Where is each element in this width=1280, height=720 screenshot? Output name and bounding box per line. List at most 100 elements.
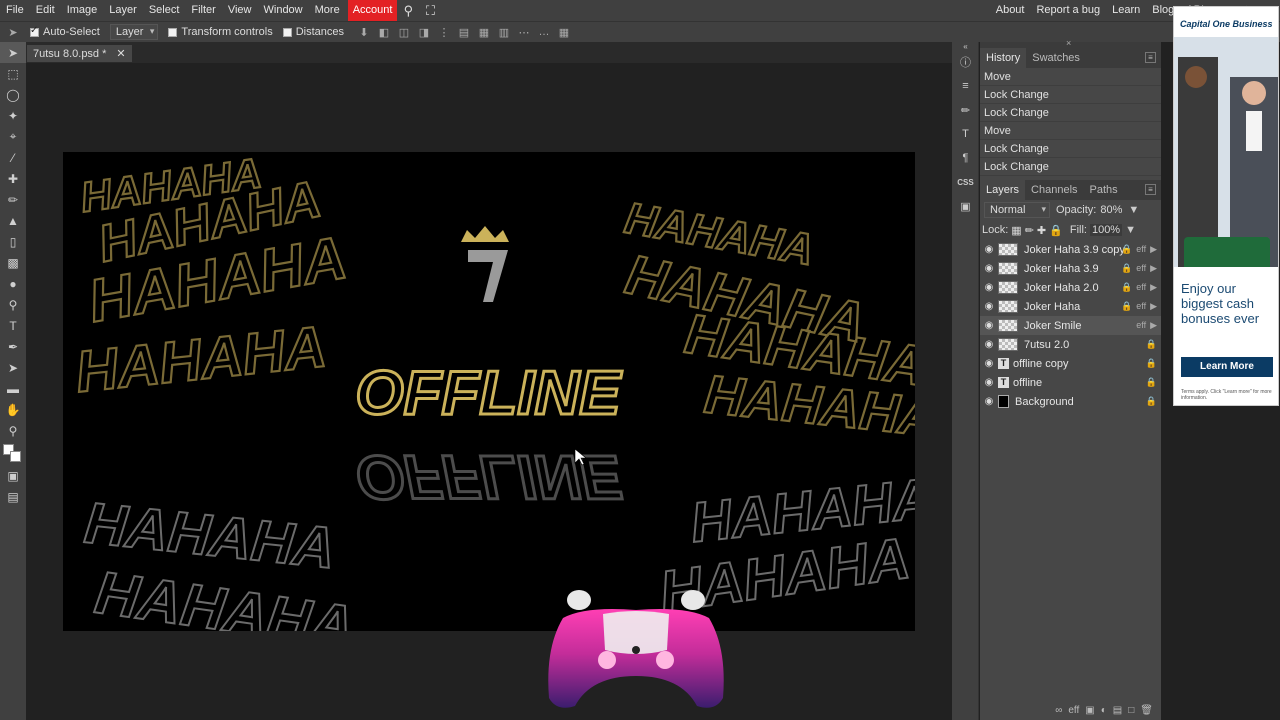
background-color-swatch[interactable] — [10, 451, 21, 462]
align-bottom-icon[interactable]: ▥ — [494, 22, 514, 42]
transform-controls-checkbox[interactable]: Transform controls — [168, 26, 273, 38]
menu-more[interactable]: More — [309, 0, 346, 21]
adjustment-layer-icon[interactable]: ◐ — [1101, 705, 1107, 716]
link-about[interactable]: About — [990, 0, 1031, 21]
eye-icon[interactable]: ◉ — [980, 339, 998, 350]
advertisement[interactable]: Capital One Business SPARK BUSINESS Enjo… — [1173, 6, 1279, 406]
align-right-icon[interactable]: ◨ — [414, 22, 434, 42]
distances-checkbox[interactable]: Distances — [282, 26, 344, 38]
align-middle-icon[interactable]: ▦ — [474, 22, 494, 42]
layer-row[interactable]: ◉ T offline 🔒 — [980, 373, 1161, 392]
menu-edit[interactable]: Edit — [30, 0, 61, 21]
lasso-tool-icon[interactable]: ◯ — [0, 84, 26, 105]
eye-icon[interactable]: ◉ — [980, 396, 998, 407]
eye-icon[interactable]: ◉ — [980, 358, 998, 369]
close-icon[interactable]: ✕ — [116, 47, 125, 60]
layer-row[interactable]: ◉ 7utsu 2.0 🔒 — [980, 335, 1161, 354]
new-layer-icon[interactable]: □ — [1128, 705, 1134, 716]
lock-pixels-icon[interactable]: ✏ — [1025, 224, 1034, 237]
marquee-tool-icon[interactable]: ⬚ — [0, 63, 26, 84]
opacity-dropdown-icon[interactable]: ▼ — [1128, 204, 1139, 216]
gradient-tool-icon[interactable]: ▩ — [0, 252, 26, 273]
fill-dropdown-icon[interactable]: ▼ — [1125, 224, 1136, 236]
eyedropper-tool-icon[interactable]: ⁄ — [0, 147, 26, 168]
layer-row[interactable]: ◉ Joker Haha 🔒 eff ▶ — [980, 297, 1161, 316]
image-icon[interactable]: ▣ — [952, 194, 979, 218]
menu-file[interactable]: File — [0, 0, 30, 21]
css-icon[interactable]: CSS — [952, 170, 979, 194]
blur-tool-icon[interactable]: ● — [0, 273, 26, 294]
link-learn[interactable]: Learn — [1106, 0, 1146, 21]
layer-row[interactable]: ◉ Joker Haha 3.9 🔒 eff ▶ — [980, 259, 1161, 278]
opacity-value[interactable]: 80% — [1100, 204, 1122, 216]
layer-row-selected[interactable]: ◉ Joker Smile eff ▶ — [980, 316, 1161, 335]
menu-account[interactable]: Account — [347, 0, 398, 21]
document-tab[interactable]: 7utsu 8.0.psd * ✕ — [27, 45, 132, 62]
effects-icon[interactable]: eff — [1136, 259, 1146, 278]
tab-layers[interactable]: Layers — [980, 180, 1026, 200]
screen-mode-icon[interactable]: ▤ — [0, 486, 26, 507]
magic-wand-tool-icon[interactable]: ✦ — [0, 105, 26, 126]
menu-view[interactable]: View — [222, 0, 258, 21]
panel-menu-icon[interactable]: ≡ — [1145, 52, 1156, 63]
zoom-tool-icon[interactable]: ⚲ — [0, 420, 26, 441]
history-item[interactable]: Lock Change — [980, 158, 1161, 176]
brush-settings-icon[interactable]: ✏ — [952, 98, 979, 122]
effects-icon[interactable]: eff — [1136, 240, 1146, 259]
expand-icon[interactable]: ▶ — [1150, 259, 1157, 278]
align-center-icon[interactable]: ◫ — [394, 22, 414, 42]
more-icon[interactable]: … — [534, 22, 554, 42]
layer-mask-icon[interactable]: ▣ — [1085, 705, 1094, 716]
shape-tool-icon[interactable]: ▬ — [0, 378, 26, 399]
tab-history[interactable]: History — [980, 48, 1027, 68]
info-icon[interactable]: ⓘ — [952, 50, 979, 74]
menu-image[interactable]: Image — [61, 0, 104, 21]
auto-select-target-select[interactable]: Layer — [109, 24, 159, 40]
move-tool-icon[interactable]: ➤ — [0, 42, 26, 63]
menu-select[interactable]: Select — [143, 0, 186, 21]
paragraph-icon[interactable]: ¶ — [952, 146, 979, 170]
close-panel-icon[interactable]: × — [1066, 38, 1071, 48]
eye-icon[interactable]: ◉ — [980, 282, 998, 293]
color-swatches[interactable] — [0, 441, 26, 465]
distribute-h-icon[interactable]: ⋮ — [434, 22, 454, 42]
effects-icon[interactable]: eff — [1136, 297, 1146, 316]
layer-row[interactable]: ◉ Background 🔒 — [980, 392, 1161, 411]
path-select-tool-icon[interactable]: ➤ — [0, 357, 26, 378]
lock-transparency-icon[interactable]: ▦ — [1011, 224, 1021, 237]
expand-icon[interactable]: ▶ — [1150, 297, 1157, 316]
blend-mode-select[interactable]: Normal — [984, 202, 1050, 218]
fill-value[interactable]: 100% — [1089, 224, 1123, 236]
fullscreen-icon[interactable]: ⛶ — [419, 0, 441, 21]
menu-layer[interactable]: Layer — [103, 0, 143, 21]
effects-icon[interactable]: eff — [1136, 278, 1146, 297]
align-left-icon[interactable]: ◧ — [374, 22, 394, 42]
new-group-icon[interactable]: ▤ — [1113, 705, 1122, 716]
layer-row[interactable]: ◉ T offline copy 🔒 — [980, 354, 1161, 373]
history-item[interactable]: Move — [980, 68, 1161, 86]
menu-window[interactable]: Window — [258, 0, 309, 21]
grid-icon[interactable]: ▦ — [554, 22, 574, 42]
healing-tool-icon[interactable]: ✚ — [0, 168, 26, 189]
search-icon[interactable]: ⚲ — [397, 0, 419, 21]
link-layers-icon[interactable]: ∞ — [1055, 705, 1062, 716]
auto-select-checkbox[interactable]: Auto-Select — [30, 25, 100, 38]
eye-icon[interactable]: ◉ — [980, 244, 998, 255]
lock-position-icon[interactable]: ✚ — [1037, 224, 1046, 237]
clone-stamp-tool-icon[interactable]: ▲ — [0, 210, 26, 231]
delete-layer-icon[interactable]: 🗑 — [1140, 705, 1153, 716]
history-item[interactable]: Lock Change — [980, 104, 1161, 122]
type-tool-icon[interactable]: T — [0, 315, 26, 336]
properties-icon[interactable]: ≡ — [952, 74, 979, 98]
layer-row[interactable]: ◉ Joker Haha 2.0 🔒 eff ▶ — [980, 278, 1161, 297]
eye-icon[interactable]: ◉ — [980, 320, 998, 331]
ad-cta-button[interactable]: Learn More — [1181, 357, 1273, 377]
collapse-panels-icon[interactable]: « — [952, 42, 979, 51]
align-top-icon[interactable]: ▤ — [454, 22, 474, 42]
lock-all-icon[interactable]: 🔒 — [1049, 224, 1063, 237]
history-item[interactable]: Move — [980, 122, 1161, 140]
link-report-bug[interactable]: Report a bug — [1030, 0, 1106, 21]
eye-icon[interactable]: ◉ — [980, 263, 998, 274]
tab-swatches[interactable]: Swatches — [1026, 48, 1086, 68]
expand-icon[interactable]: ▶ — [1150, 278, 1157, 297]
